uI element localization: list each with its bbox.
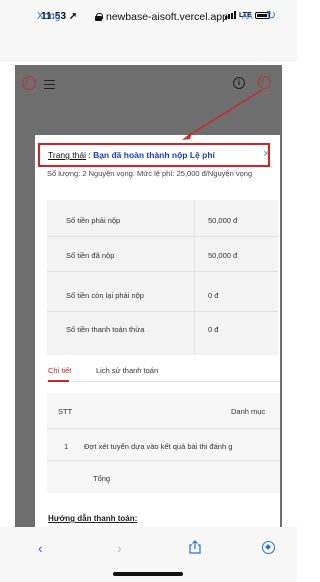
fee-summary: Số lượng: 2 Nguyện vọng. Mức lệ phí: 25,… bbox=[47, 169, 253, 178]
share-icon[interactable] bbox=[189, 540, 201, 554]
status-value: Bạn đã hoàn thành nộp Lệ phí bbox=[93, 150, 215, 160]
forward-icon[interactable]: › bbox=[117, 540, 122, 556]
tab-detail[interactable]: Chi tiết bbox=[48, 366, 71, 375]
fee-row: Số tiền phải nộp 50,000 đ bbox=[47, 204, 278, 237]
reload-icon[interactable]: ↻ bbox=[266, 8, 276, 22]
tab-divider bbox=[47, 381, 280, 382]
compass-icon[interactable] bbox=[262, 541, 275, 554]
location-arrow-icon: ➚ bbox=[68, 11, 78, 22]
payment-status: Trạng thái : Bạn đã hoàn thành nộp Lệ ph… bbox=[48, 150, 215, 160]
user-logo-icon[interactable] bbox=[258, 76, 271, 89]
status-key: Trạng thái bbox=[48, 150, 86, 160]
fee-label: Số tiền phải nộp bbox=[66, 216, 121, 225]
fee-label: Số tiền đã nộp bbox=[66, 251, 115, 260]
home-indicator bbox=[113, 572, 183, 576]
fee-table: Số tiền phải nộp 50,000 đ Số tiền đã nộp… bbox=[47, 200, 278, 355]
table-row: 1 Đợt xét tuyển dựa vào kết quả bài thi … bbox=[47, 429, 280, 461]
column-header-category: Danh mục bbox=[231, 407, 266, 416]
fee-label: Số tiền còn lại phải nộp bbox=[66, 291, 144, 300]
app-logo-icon[interactable] bbox=[22, 76, 36, 90]
fee-value: 0 đ bbox=[208, 325, 219, 334]
total-label: Tổng bbox=[93, 474, 111, 483]
table-header-row: STT Danh mục bbox=[47, 393, 280, 429]
status-separator: : bbox=[85, 150, 94, 160]
menu-icon[interactable] bbox=[44, 80, 55, 89]
overlay-backdrop-right[interactable] bbox=[280, 105, 282, 527]
back-icon[interactable]: ‹ bbox=[38, 540, 43, 556]
fee-value: 50,000 đ bbox=[208, 251, 238, 260]
fee-value: 50,000 đ bbox=[208, 216, 238, 225]
detail-table: STT Danh mục 1 Đợt xét tuyển dựa vào kết… bbox=[47, 393, 280, 493]
payment-guide-title: Hướng dẫn thanh toán: bbox=[48, 514, 138, 523]
overlay-backdrop-top[interactable] bbox=[35, 105, 280, 135]
tab-payment-history[interactable]: Lịch sử thanh toán bbox=[96, 366, 158, 375]
url-text: newbase-aisoft.vercel.app bbox=[106, 11, 228, 23]
fee-row: Số tiền thanh toán thừa 0 đ bbox=[47, 313, 278, 346]
info-icon[interactable]: i bbox=[233, 77, 245, 89]
active-tab-indicator bbox=[48, 380, 69, 382]
lock-icon bbox=[95, 13, 103, 21]
overlay-backdrop-left[interactable] bbox=[15, 105, 35, 527]
url-field[interactable]: newbase-aisoft.vercel.app bbox=[95, 11, 228, 23]
table-total-row: Tổng bbox=[47, 461, 280, 493]
fee-value: 0 đ bbox=[208, 291, 219, 300]
row-stt: 1 bbox=[64, 442, 69, 451]
row-description: Đợt xét tuyển dựa vào kết quả bài thi đá… bbox=[84, 442, 233, 451]
fee-row: Số tiền còn lại phải nộp 0 đ bbox=[47, 279, 278, 312]
done-button[interactable]: Xong bbox=[37, 11, 60, 22]
text-size-button[interactable]: AA bbox=[242, 12, 253, 21]
fee-row: Số tiền đã nộp 50,000 đ bbox=[47, 239, 278, 272]
column-header-stt: STT bbox=[58, 407, 73, 416]
fee-label: Số tiền thanh toán thừa bbox=[66, 325, 145, 334]
browser-url-bar bbox=[0, 30, 297, 62]
close-icon[interactable]: × bbox=[263, 148, 269, 160]
